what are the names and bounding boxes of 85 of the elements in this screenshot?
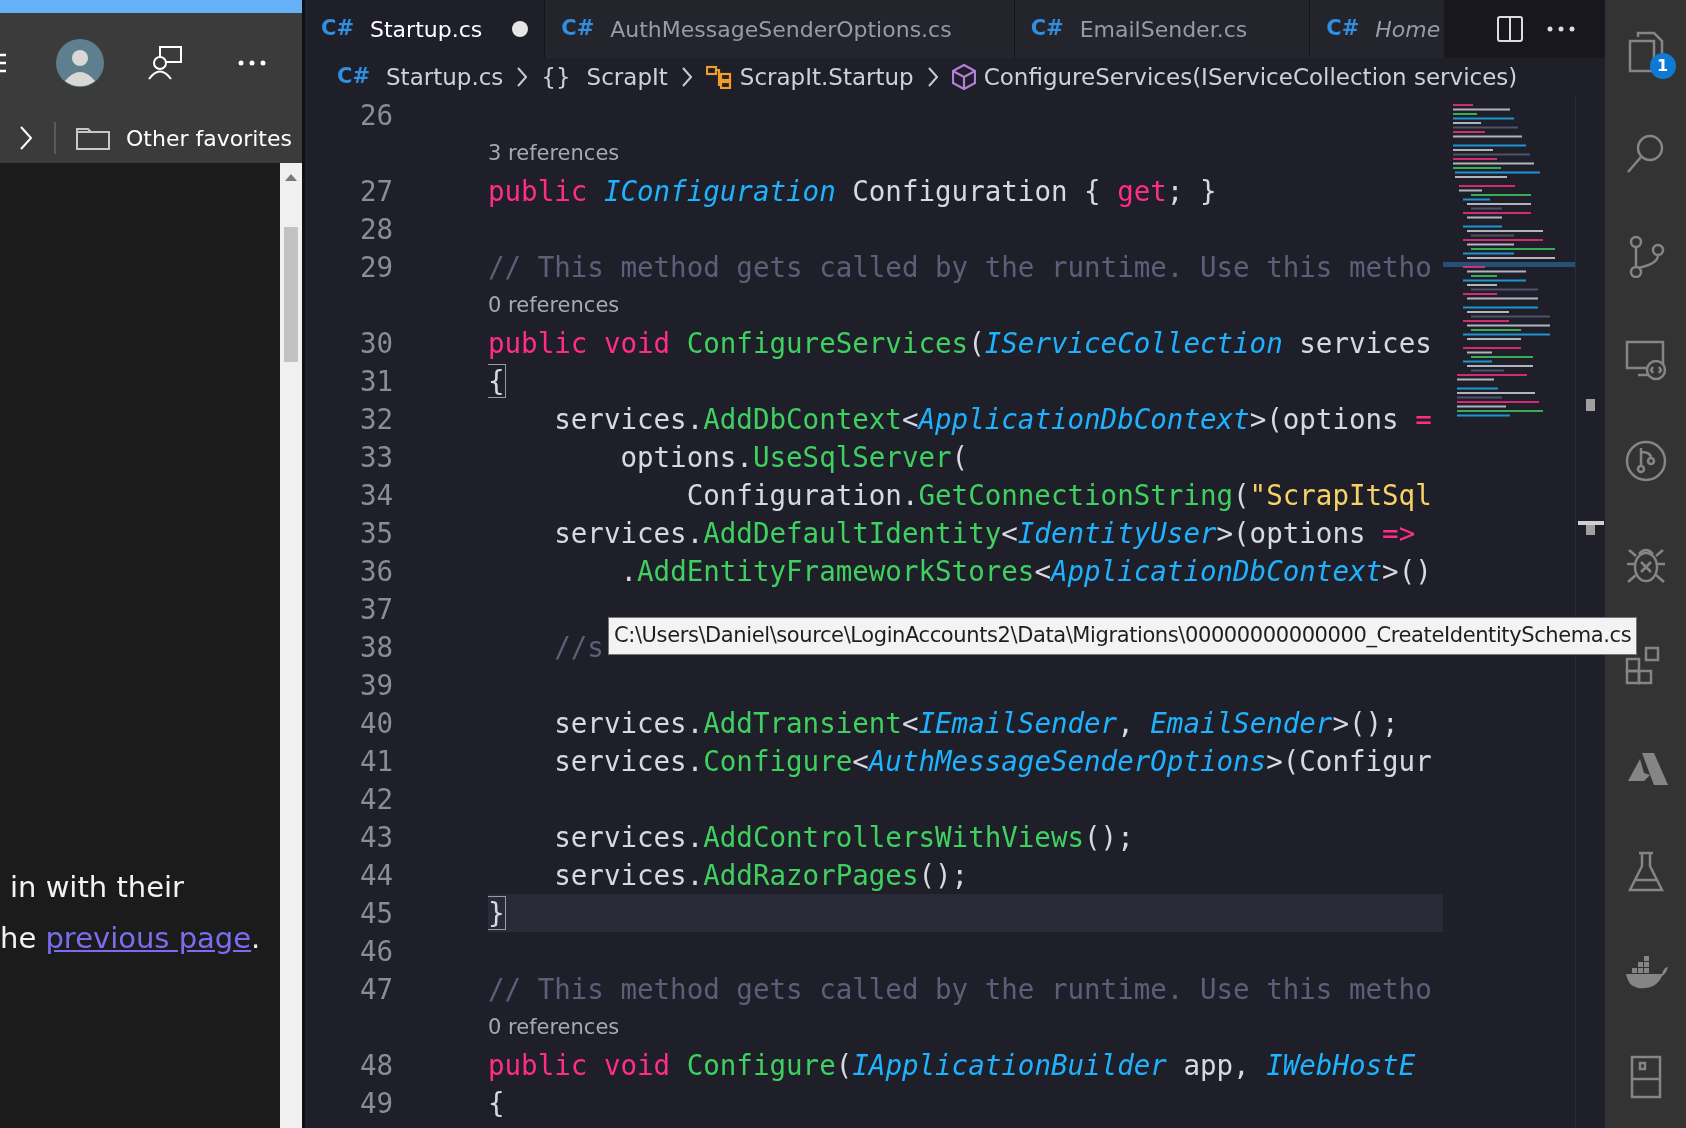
codelens-link[interactable]: 3 references (488, 134, 620, 172)
feedback-icon[interactable] (148, 46, 182, 80)
code-line: Configuration.GetConnectionString("ScrapItSql (685, 479, 1432, 511)
code-line: public void ConfigureServices(IServiceCollection services (488, 327, 1432, 359)
code-line: services.AddDefaultIdentity<IdentityUser>(options => (553, 517, 1416, 549)
line-number: 42 (358, 782, 394, 817)
line-number: 39 (358, 668, 394, 703)
chevron-icon (681, 67, 692, 87)
scroll-marker (1578, 521, 1604, 535)
code-line: options.UseSqlServer( (619, 441, 969, 473)
page-text: in with their (10, 873, 184, 902)
code-line: //s (553, 631, 604, 663)
editor-tab[interactable]: C# EmailSender.cs (1014, 0, 1311, 58)
code-line: .AddEntityFrameworkStores<ApplicationDbContext>() (619, 555, 1432, 587)
class-icon (705, 65, 732, 89)
split-editor-icon[interactable] (1497, 16, 1523, 42)
line-number: 32 (358, 402, 394, 437)
code-line: } (488, 897, 505, 929)
code-line: services.AddDbContext<ApplicationDbContext>(options = (553, 403, 1432, 435)
file-path-tooltip: C:\Users\Daniel\source\LoginAccounts2\Data\Migrations\00000000000000_CreateIdentitySchema.cs (608, 617, 1638, 655)
line-number: 29 (358, 250, 394, 285)
line-number: 35 (358, 516, 394, 551)
code-line: services.AddTransient<IEmailSender, EmailSender>(); (553, 707, 1399, 739)
line-number: 38 (358, 630, 394, 665)
line-number: 47 (358, 972, 394, 1007)
line-number: 48 (358, 1048, 394, 1083)
line-number: 33 (358, 440, 394, 475)
scroll-marker (1586, 399, 1595, 411)
line-number: 46 (358, 934, 394, 969)
csharp-file-icon: C# (321, 13, 354, 45)
unsaved-dot (512, 21, 529, 37)
line-number: 41 (358, 744, 394, 779)
code-line: public void Configure(IApplicationBuilder app, IWebHostE (488, 1049, 1416, 1081)
more-icon[interactable] (1547, 26, 1575, 32)
code-line: services.Configure<AuthMessageSenderOptions>(Configur (553, 745, 1432, 777)
editor-tab[interactable]: C# Home (1310, 0, 1445, 58)
line-number: 43 (358, 820, 394, 855)
menu-icon[interactable] (0, 53, 8, 73)
editor-tab[interactable]: C# Startup.cs (305, 0, 546, 58)
branch-circle-icon[interactable] (1623, 439, 1668, 484)
avatar-icon[interactable] (56, 39, 104, 87)
csharp-file-icon: C# (561, 13, 595, 45)
chevron-icon (927, 67, 938, 87)
line-number: 44 (358, 858, 394, 893)
line-number: 34 (358, 478, 394, 513)
editor-tab[interactable]: C# AuthMessageSenderOptions.cs (545, 0, 1015, 58)
line-number: 28 (358, 212, 394, 247)
chevron-icon (517, 67, 528, 87)
scrollbar-thumb[interactable] (284, 227, 298, 362)
chevron-icon[interactable] (19, 126, 33, 150)
code-line: // This method gets called by the runtime. Use this metho (488, 973, 1432, 1005)
breadcrumb-item[interactable]: {} ScrapIt (541, 59, 668, 95)
favorites-folder[interactable]: Other favorites (126, 121, 292, 155)
csharp-file-icon: C# (337, 61, 370, 93)
code-line: // This method gets called by the runtime. Use this metho (488, 251, 1432, 283)
codelens-link[interactable]: 0 references (488, 1008, 620, 1046)
line-number: 40 (358, 706, 394, 741)
breadcrumb-item[interactable]: ConfigureServices(IServiceCollection services) (951, 59, 1518, 95)
more-icon[interactable] (238, 60, 266, 66)
breadcrumb-item[interactable]: ScrapIt.Startup (705, 59, 914, 95)
code-line: services.AddRazorPages(); (553, 859, 969, 891)
codelens-link[interactable]: 0 references (488, 286, 620, 324)
namespace-icon: {} (541, 59, 571, 95)
line-number: 26 (358, 98, 394, 133)
line-number: 49 (358, 1086, 394, 1121)
line-number: 36 (358, 554, 394, 589)
up-arrow-icon[interactable] (285, 173, 297, 181)
code-line: public IConfiguration Configuration { get; } (488, 175, 1217, 207)
line-number: 30 (358, 326, 394, 361)
code-line: { (488, 365, 505, 397)
scrollbar[interactable] (280, 163, 302, 1128)
link[interactable]: previous page (45, 921, 252, 955)
csharp-file-icon: C# (1030, 13, 1064, 45)
notification-badge: 1 (1649, 53, 1676, 80)
page-text: he previous page. (0, 924, 261, 953)
cube-icon (951, 64, 976, 90)
breadcrumb-item[interactable]: C# Startup.cs (337, 59, 504, 95)
csharp-file-icon: C# (1326, 13, 1360, 45)
code-line: services.AddControllersWithViews(); (553, 821, 1134, 853)
line-number: 45 (358, 896, 394, 931)
line-number: 27 (358, 174, 394, 209)
code-line: { (488, 1087, 505, 1119)
line-number: 31 (358, 364, 394, 399)
folder-icon (76, 126, 110, 150)
line-number: 37 (358, 592, 394, 627)
